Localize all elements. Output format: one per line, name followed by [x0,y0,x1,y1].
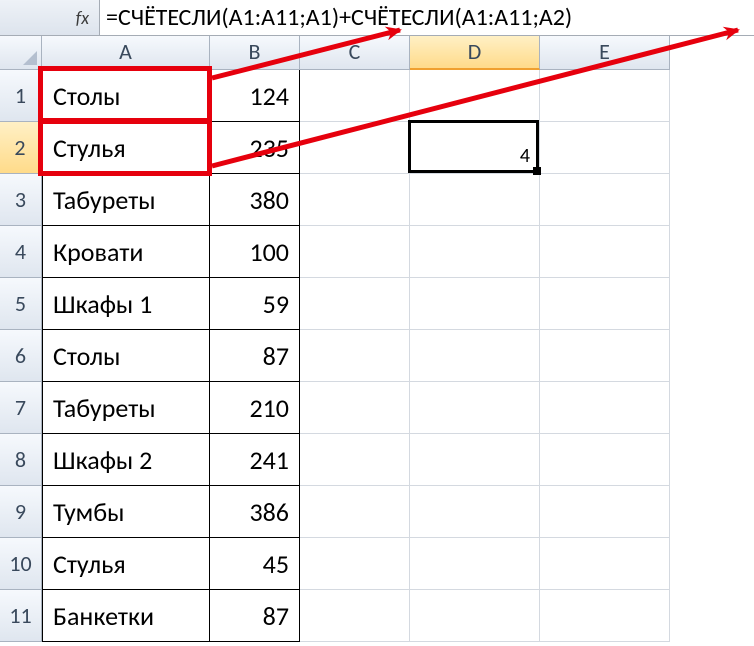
row-header-1[interactable]: 1 [0,70,42,122]
cell-B3[interactable]: 380 [210,174,300,226]
cell-B1[interactable]: 124 [210,70,300,122]
col-header-E[interactable]: E [540,36,670,70]
row-header-8[interactable]: 8 [0,434,42,486]
cell-A9[interactable]: Тумбы [42,486,210,538]
spreadsheet-grid[interactable]: A B C D E 1Столы1242Стулья2353Табуреты38… [0,36,754,642]
cell-D8[interactable] [410,434,540,486]
cell-D10[interactable] [410,538,540,590]
cell-A1[interactable]: Столы [42,70,210,122]
cell-C2[interactable] [300,122,410,174]
cell-E5[interactable] [540,278,670,330]
cell-D2[interactable] [410,122,540,174]
cell-D4[interactable] [410,226,540,278]
cell-A5[interactable]: Шкафы 1 [42,278,210,330]
cell-B5[interactable]: 59 [210,278,300,330]
row-header-3[interactable]: 3 [0,174,42,226]
select-all-corner[interactable] [0,36,42,70]
cell-A8[interactable]: Шкафы 2 [42,434,210,486]
cell-E3[interactable] [540,174,670,226]
cell-E6[interactable] [540,330,670,382]
cell-D1[interactable] [410,70,540,122]
row-header-4[interactable]: 4 [0,226,42,278]
col-header-B[interactable]: B [210,36,300,70]
cell-D5[interactable] [410,278,540,330]
col-header-C[interactable]: C [300,36,410,70]
cell-C7[interactable] [300,382,410,434]
cell-A10[interactable]: Стулья [42,538,210,590]
cell-C4[interactable] [300,226,410,278]
row-header-6[interactable]: 6 [0,330,42,382]
cell-B7[interactable]: 210 [210,382,300,434]
row-header-5[interactable]: 5 [0,278,42,330]
row-header-10[interactable]: 10 [0,538,42,590]
cell-A4[interactable]: Кровати [42,226,210,278]
cell-A7[interactable]: Табуреты [42,382,210,434]
cell-C11[interactable] [300,590,410,642]
cell-E8[interactable] [540,434,670,486]
cell-E7[interactable] [540,382,670,434]
row-header-2[interactable]: 2 [0,122,42,174]
cell-E10[interactable] [540,538,670,590]
cell-E11[interactable] [540,590,670,642]
cell-C10[interactable] [300,538,410,590]
cell-B2[interactable]: 235 [210,122,300,174]
cell-C9[interactable] [300,486,410,538]
cell-D7[interactable] [410,382,540,434]
row-header-11[interactable]: 11 [0,590,42,642]
cell-C1[interactable] [300,70,410,122]
cell-B10[interactable]: 45 [210,538,300,590]
cell-A2[interactable]: Стулья [42,122,210,174]
cell-C5[interactable] [300,278,410,330]
cell-C8[interactable] [300,434,410,486]
col-header-D[interactable]: D [410,36,540,70]
cell-C6[interactable] [300,330,410,382]
row-header-9[interactable]: 9 [0,486,42,538]
cell-E2[interactable] [540,122,670,174]
col-header-A[interactable]: A [42,36,210,70]
cell-B8[interactable]: 241 [210,434,300,486]
cell-A3[interactable]: Табуреты [42,174,210,226]
cell-B4[interactable]: 100 [210,226,300,278]
cell-E4[interactable] [540,226,670,278]
cell-E1[interactable] [540,70,670,122]
cell-B11[interactable]: 87 [210,590,300,642]
cell-D6[interactable] [410,330,540,382]
formula-input[interactable] [100,0,754,35]
fx-icon[interactable]: fx [0,0,100,35]
cell-D9[interactable] [410,486,540,538]
cell-A11[interactable]: Банкетки [42,590,210,642]
cell-A6[interactable]: Столы [42,330,210,382]
cell-D3[interactable] [410,174,540,226]
cell-E9[interactable] [540,486,670,538]
row-header-7[interactable]: 7 [0,382,42,434]
cell-C3[interactable] [300,174,410,226]
formula-bar: fx [0,0,754,36]
cell-B9[interactable]: 386 [210,486,300,538]
cell-D11[interactable] [410,590,540,642]
cell-B6[interactable]: 87 [210,330,300,382]
